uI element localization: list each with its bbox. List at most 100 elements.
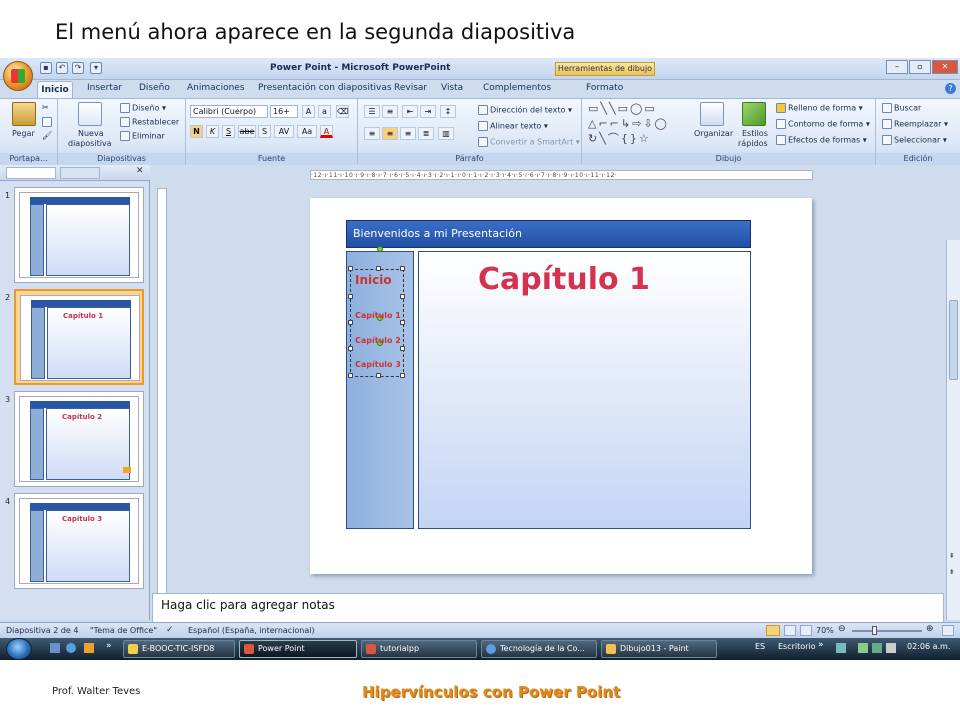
help-icon[interactable]: ? [945, 83, 956, 94]
increase-indent-icon[interactable]: ⇥ [420, 105, 436, 118]
undo-icon[interactable]: ↶ [56, 62, 68, 74]
find-button[interactable]: Buscar [882, 103, 921, 113]
quick-styles-label[interactable]: Estilos [742, 129, 768, 138]
vertical-ruler[interactable] [157, 188, 167, 628]
shapes-gallery[interactable]: ▭╲╲▭◯▭ △⌐⌐↳⇨⇩◯ ↻╲⌒{}☆ [588, 101, 688, 149]
minimize-icon[interactable]: – [886, 60, 908, 74]
office-button[interactable] [3, 61, 33, 91]
numbering-icon[interactable]: ≡ [382, 105, 398, 118]
show-desktop-icon[interactable] [50, 643, 60, 653]
rotate-handle[interactable] [377, 246, 383, 252]
tab-vista[interactable]: Vista [441, 83, 463, 93]
font-name-select[interactable]: Calibri (Cuerpo) [190, 105, 268, 118]
align-text-button[interactable]: Alinear texto ▾ [478, 121, 548, 131]
next-slide-icon[interactable]: ⇟ [949, 568, 955, 576]
fit-to-window-icon[interactable] [942, 625, 954, 636]
underline-button[interactable]: S [222, 125, 235, 138]
scroll-thumb[interactable] [949, 300, 958, 380]
new-slide-icon[interactable] [78, 102, 102, 126]
tab-insertar[interactable]: Insertar [87, 83, 122, 93]
tab-revisar[interactable]: Revisar [394, 83, 427, 93]
desktop-toolbar[interactable]: Escritorio [778, 642, 816, 651]
grow-font-icon[interactable]: A [302, 105, 315, 118]
delete-slide-button[interactable]: Eliminar [120, 131, 165, 141]
menu-link-capitulo-3[interactable]: Capítulo 3 [355, 360, 401, 369]
new-slide-label-2[interactable]: diapositiva [68, 139, 112, 148]
network-icon[interactable] [858, 643, 868, 653]
tab-outline[interactable] [60, 167, 100, 179]
slide-title-bar[interactable]: Bienvenidos a mi Presentación [346, 220, 751, 248]
decrease-indent-icon[interactable]: ⇤ [402, 105, 418, 118]
horizontal-ruler[interactable]: ·12·ı·11·ı·10·ı·9·ı·8·ı·7·ı·6·ı·5·ı·4·ı·… [310, 170, 813, 180]
resize-handle[interactable] [348, 320, 353, 325]
layout-button[interactable]: Diseño ▾ [120, 103, 166, 113]
taskbar-item[interactable]: tutorialpp [361, 640, 477, 658]
spellcheck-icon[interactable]: ✓ [166, 625, 174, 635]
font-size-select[interactable]: 16+ [270, 105, 298, 118]
slide-thumbnail-3[interactable]: Capítulo 2 [14, 391, 144, 487]
volume-icon[interactable] [886, 643, 896, 653]
select-button[interactable]: Seleccionar ▾ [882, 135, 947, 145]
italic-button[interactable]: K [206, 125, 219, 138]
shape-fill-button[interactable]: Relleno de forma ▾ [776, 103, 863, 113]
resize-handle[interactable] [348, 266, 353, 271]
media-icon[interactable] [84, 643, 94, 653]
clock[interactable]: 02:06 a.m. [907, 642, 950, 651]
new-slide-label[interactable]: Nueva [78, 129, 104, 138]
language-indicator[interactable]: ES [755, 642, 765, 651]
slide-chapter-title[interactable]: Capítulo 1 [478, 262, 650, 297]
copy-icon[interactable] [42, 117, 54, 127]
slide-thumbnail-4[interactable]: Capítulo 3 [14, 493, 144, 589]
justify-icon[interactable]: ≣ [418, 127, 434, 140]
char-spacing-button[interactable]: AV [274, 125, 294, 138]
tab-presentacion[interactable]: Presentación con diapositivas [258, 83, 392, 93]
format-painter-icon[interactable]: 🖌 [42, 131, 52, 140]
resize-handle[interactable] [348, 294, 353, 299]
tray-icon[interactable] [872, 643, 882, 653]
shrink-font-icon[interactable]: a [318, 105, 331, 118]
resize-handle[interactable] [400, 294, 405, 299]
quick-styles-icon[interactable] [742, 102, 766, 126]
zoom-slider-thumb[interactable] [872, 626, 877, 635]
vertical-scrollbar[interactable]: ⇞ ⇟ [946, 240, 960, 620]
columns-icon[interactable]: ▥ [438, 127, 454, 140]
save-icon[interactable]: ▪ [40, 62, 52, 74]
taskbar-item[interactable]: Power Point [239, 640, 357, 658]
resize-handle[interactable] [376, 373, 381, 378]
reset-button[interactable]: Restablecer [120, 117, 179, 127]
close-icon[interactable]: ✕ [932, 60, 958, 74]
tab-slides[interactable] [6, 167, 56, 179]
normal-view-icon[interactable] [766, 625, 780, 636]
arrange-button[interactable]: Organizar [694, 129, 733, 138]
redo-icon[interactable]: ↷ [72, 62, 84, 74]
arrange-icon[interactable] [700, 102, 724, 126]
shadow-button[interactable]: S [258, 125, 271, 138]
taskbar-item[interactable]: E-BOOC-TIC-ISFD8 [123, 640, 235, 658]
paste-button[interactable]: Pegar [12, 129, 35, 138]
paste-icon[interactable] [12, 102, 36, 126]
notes-pane[interactable]: Haga clic para agregar notas [152, 593, 944, 623]
tab-diseno[interactable]: Diseño [139, 83, 170, 93]
ie-icon[interactable] [66, 643, 76, 653]
zoom-slider[interactable] [852, 630, 922, 632]
slide-sorter-icon[interactable] [784, 625, 796, 636]
bold-button[interactable]: N [190, 125, 203, 138]
quick-styles-label-2[interactable]: rápidos [738, 139, 768, 148]
tab-complementos[interactable]: Complementos [483, 83, 551, 93]
slideshow-icon[interactable] [800, 625, 812, 636]
tab-animaciones[interactable]: Animaciones [187, 83, 245, 93]
zoom-level[interactable]: 70% [816, 626, 834, 635]
resize-handle[interactable] [348, 373, 353, 378]
strikethrough-button[interactable]: abe [238, 125, 256, 138]
bullets-icon[interactable]: ☰ [364, 105, 380, 118]
start-button[interactable] [6, 638, 32, 660]
resize-handle[interactable] [400, 320, 405, 325]
zoom-in-icon[interactable]: ⊕ [926, 624, 934, 634]
text-direction-button[interactable]: Dirección del texto ▾ [478, 105, 572, 115]
resize-handle[interactable] [400, 373, 405, 378]
tray-icon[interactable] [836, 643, 846, 653]
menu-link-inicio[interactable]: Inicio [355, 273, 392, 287]
language-status[interactable]: Español (España, internacional) [188, 626, 315, 635]
resize-handle[interactable] [376, 266, 381, 271]
zoom-out-icon[interactable]: ⊖ [838, 624, 846, 634]
